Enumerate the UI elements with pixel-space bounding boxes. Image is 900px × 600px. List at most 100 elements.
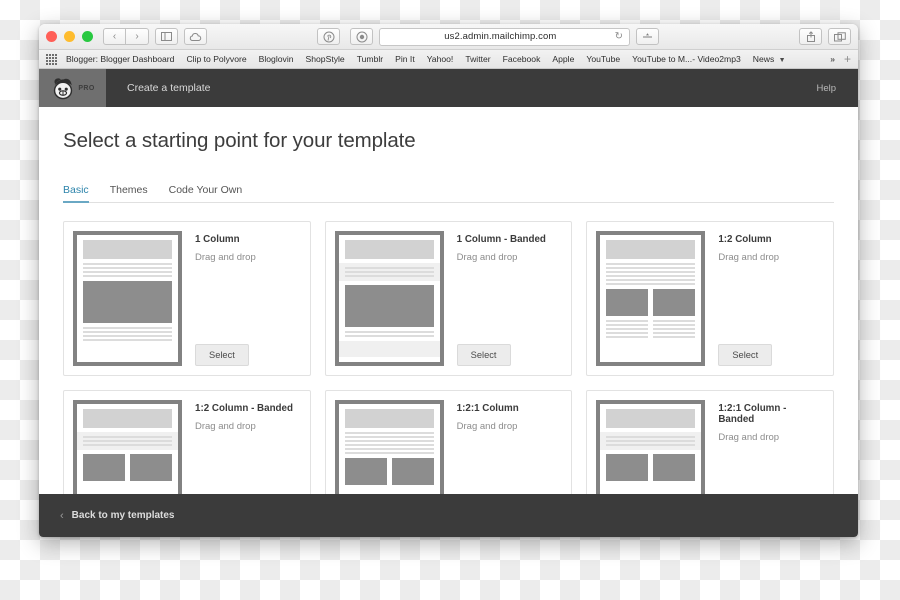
template-meta: 1:2 Column Drag and drop Select — [705, 231, 824, 366]
help-link[interactable]: Help — [816, 83, 836, 94]
show-all-tabs-button[interactable] — [828, 28, 851, 45]
chevron-right-icon: › — [135, 31, 139, 42]
thumb-hero-block — [606, 240, 696, 259]
share-icon — [806, 31, 815, 42]
tab-themes[interactable]: Themes — [110, 184, 148, 203]
thumb-band — [338, 263, 440, 281]
template-title: 1:2 Column — [718, 234, 772, 245]
thumb-two-column-images — [344, 458, 434, 485]
bookmark-item[interactable]: Twitter — [465, 54, 490, 64]
pro-badge: PRO — [78, 84, 95, 92]
bookmark-label: Clip to Polyvore — [186, 54, 247, 64]
select-template-button[interactable]: Select — [456, 344, 511, 366]
thumb-hero-block — [606, 409, 696, 428]
page-body: Select a starting point for your templat… — [39, 107, 858, 537]
pinterest-extension-button[interactable] — [317, 28, 340, 45]
extension-icon — [356, 31, 367, 42]
thumb-band — [338, 341, 440, 357]
icloud-tabs-button[interactable] — [184, 28, 207, 45]
bookmark-item[interactable]: YouTube to M...- Video2mp3 — [632, 54, 741, 64]
template-thumbnail — [596, 231, 706, 366]
template-subtitle: Drag and drop — [195, 421, 256, 432]
bookmark-label: ShopStyle — [305, 54, 345, 64]
bookmark-label: Yahoo! — [426, 54, 454, 64]
sidebar-toggle-button[interactable] — [155, 28, 178, 45]
select-template-button[interactable]: Select — [195, 344, 249, 366]
back-button[interactable]: ‹ — [103, 28, 126, 45]
thumb-hero-block — [83, 240, 172, 259]
template-title: 1:2:1 Column - Banded — [718, 403, 787, 425]
chevron-left-icon: ‹ — [60, 509, 64, 522]
tabs-icon — [833, 31, 846, 41]
bookmark-label: Bloglovin — [258, 54, 294, 64]
template-card[interactable]: 1 Column - Banded Drag and drop Select — [324, 221, 573, 376]
template-card[interactable]: 1 Column Drag and drop Select — [63, 221, 311, 376]
minimize-window-button[interactable] — [64, 31, 75, 42]
bookmarks-grid-icon[interactable] — [46, 53, 57, 65]
bookmark-item[interactable]: Clip to Polyvore — [186, 54, 246, 64]
reader-view-button[interactable] — [636, 28, 659, 45]
freddie-monkey-icon — [54, 77, 73, 99]
icloud-icon — [189, 32, 202, 41]
template-thumbnail — [334, 231, 444, 366]
address-bar[interactable]: us2.admin.mailchimp.com ↻ — [379, 27, 630, 46]
bookmark-label: Twitter — [465, 54, 491, 64]
thumb-text-lines — [344, 432, 434, 454]
bookmarks-overflow-button[interactable]: » — [830, 54, 835, 64]
template-meta: 1 Column - Banded Drag and drop Select — [444, 231, 563, 366]
thumb-text-lines — [606, 263, 696, 285]
bookmarks-bar: Blogger: Blogger Dashboard Clip to Polyv… — [39, 50, 858, 69]
template-meta: 1 Column Drag and drop Select — [182, 231, 301, 366]
template-subtitle: Drag and drop — [718, 252, 780, 263]
tab-label: Code Your Own — [168, 184, 243, 196]
bookmark-label: Apple — [552, 54, 575, 64]
tab-basic[interactable]: Basic — [63, 184, 89, 203]
mailchimp-logo[interactable]: PRO — [39, 69, 106, 107]
extension-button[interactable] — [350, 28, 373, 45]
tab-code-your-own[interactable]: Code Your Own — [169, 184, 243, 203]
close-window-button[interactable] — [46, 31, 57, 42]
tab-label: Themes — [109, 184, 148, 196]
bookmark-item[interactable]: Bloglovin — [259, 54, 294, 64]
template-category-tabs: Basic Themes Code Your Own — [63, 183, 834, 203]
thumb-image-block — [344, 285, 434, 327]
select-template-button[interactable]: Select — [718, 344, 773, 366]
template-subtitle: Drag and drop — [456, 421, 518, 432]
page-context-title: Create a template — [127, 82, 211, 94]
back-to-templates-link[interactable]: Back to my templates — [72, 510, 175, 521]
template-title: 1:2 Column - Banded — [195, 403, 293, 414]
new-tab-button[interactable]: + — [844, 52, 851, 66]
thumb-hero-block — [344, 240, 434, 259]
forward-button[interactable]: › — [126, 28, 149, 45]
bookmark-label: YouTube to M...- Video2mp3 — [632, 54, 741, 64]
template-subtitle: Drag and drop — [456, 252, 518, 263]
zoom-window-button[interactable] — [82, 31, 93, 42]
template-subtitle: Drag and drop — [718, 432, 780, 443]
bookmark-item[interactable]: YouTube — [586, 54, 620, 64]
share-button[interactable] — [799, 28, 822, 45]
template-subtitle: Drag and drop — [195, 252, 256, 263]
reload-icon[interactable]: ↻ — [615, 31, 623, 42]
reader-icon — [643, 33, 652, 38]
bookmark-item[interactable]: Apple — [552, 54, 574, 64]
template-title: 1 Column — [195, 234, 240, 245]
bookmark-item[interactable]: Blogger: Blogger Dashboard — [66, 54, 174, 64]
thumb-hero-block — [344, 409, 434, 428]
bookmark-item[interactable]: Pin It — [395, 54, 415, 64]
template-card[interactable]: 1:2 Column Drag and drop Select — [586, 221, 834, 376]
thumb-two-column-images — [606, 454, 696, 481]
bookmark-label: News — [752, 54, 775, 64]
pinterest-icon — [323, 31, 334, 42]
bookmark-item[interactable]: ShopStyle — [306, 54, 345, 64]
bookmark-label: Tumblr — [356, 54, 384, 64]
bookmark-item[interactable]: Facebook — [503, 54, 541, 64]
chevron-left-icon: ‹ — [112, 31, 117, 42]
thumb-text-lines — [83, 263, 172, 277]
thumb-band — [600, 432, 702, 450]
bookmark-item[interactable]: News ▼ — [753, 54, 786, 64]
bookmark-label: Pin It — [395, 54, 415, 64]
thumb-two-column-images — [606, 289, 696, 316]
thumb-image-block — [83, 281, 172, 323]
bookmark-item[interactable]: Tumblr — [357, 54, 383, 64]
bookmark-item[interactable]: Yahoo! — [427, 54, 454, 64]
